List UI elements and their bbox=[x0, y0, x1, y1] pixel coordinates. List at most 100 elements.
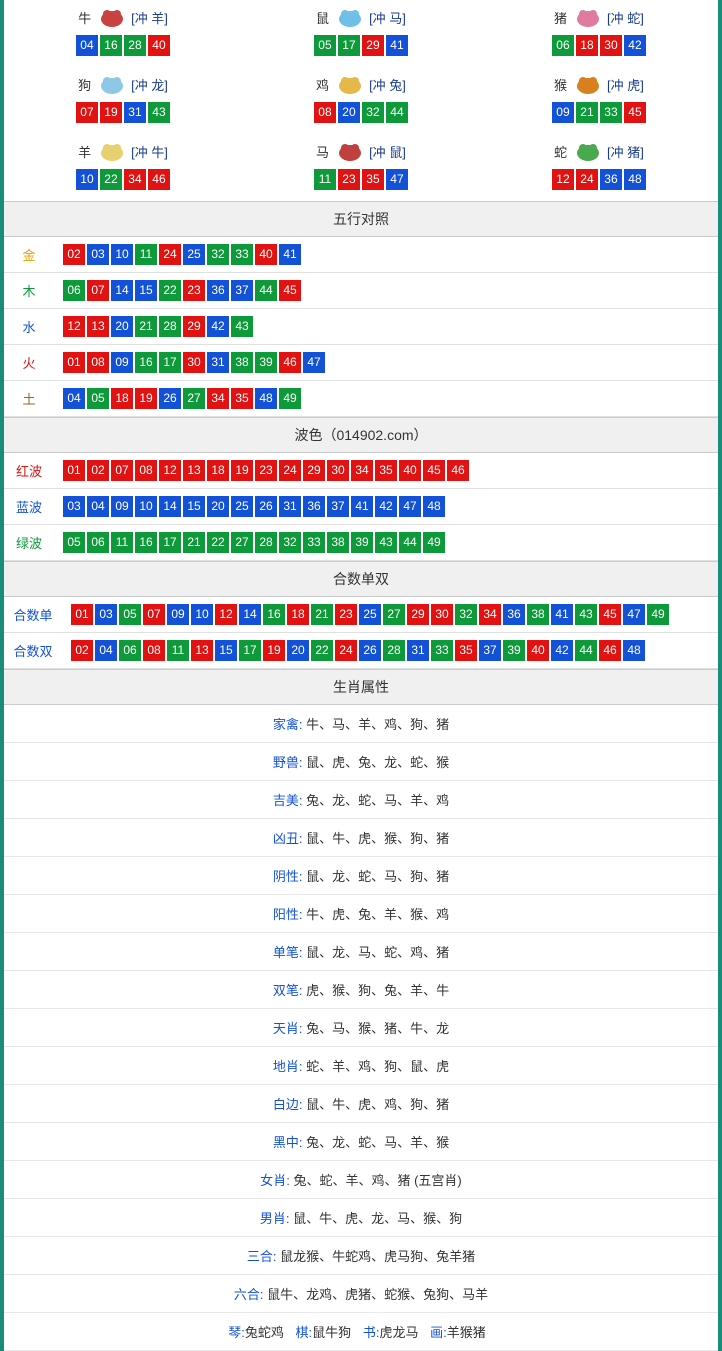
quad-key: 棋: bbox=[296, 1325, 313, 1340]
attr-val: 兔、蛇、羊、鸡、猪 (五宫肖) bbox=[290, 1173, 462, 1188]
number-ball: 22 bbox=[311, 640, 333, 661]
number-ball: 35 bbox=[455, 640, 477, 661]
number-ball: 42 bbox=[551, 640, 573, 661]
attr-val: 牛、虎、兔、羊、猴、鸡 bbox=[303, 907, 450, 922]
number-ball: 31 bbox=[407, 640, 429, 661]
zodiac-title: 牛[冲 羊] bbox=[78, 6, 168, 28]
number-ball: 32 bbox=[362, 102, 384, 123]
number-ball: 39 bbox=[255, 352, 277, 373]
number-ball: 01 bbox=[71, 604, 93, 625]
attr-val: 虎、猴、狗、兔、羊、牛 bbox=[303, 983, 450, 998]
attr-key: 阴性: bbox=[273, 869, 303, 884]
number-ball: 19 bbox=[100, 102, 122, 123]
bose-label: 绿波 bbox=[4, 525, 54, 561]
attr-row: 阳性: 牛、虎、兔、羊、猴、鸡 bbox=[4, 895, 718, 933]
number-ball: 41 bbox=[551, 604, 573, 625]
number-ball: 01 bbox=[63, 460, 85, 481]
number-ball: 20 bbox=[287, 640, 309, 661]
number-ball: 19 bbox=[231, 460, 253, 481]
zodiac-numbers: 08203244 bbox=[242, 101, 480, 124]
number-ball: 33 bbox=[303, 532, 325, 553]
zodiac-icon bbox=[571, 6, 605, 28]
number-ball: 36 bbox=[207, 280, 229, 301]
zodiac-icon bbox=[571, 140, 605, 162]
zodiac-cell: 马[冲 鼠]11233547 bbox=[242, 134, 480, 201]
zodiac-icon bbox=[333, 140, 367, 162]
attr-val: 兔、龙、蛇、马、羊、猴 bbox=[303, 1135, 450, 1150]
number-ball: 47 bbox=[399, 496, 421, 517]
number-ball: 40 bbox=[399, 460, 421, 481]
number-ball: 22 bbox=[159, 280, 181, 301]
attr-val: 鼠、牛、虎、猴、狗、猪 bbox=[303, 831, 450, 846]
number-ball: 21 bbox=[183, 532, 205, 553]
number-ball: 31 bbox=[279, 496, 301, 517]
number-ball: 30 bbox=[600, 35, 622, 56]
number-ball: 29 bbox=[407, 604, 429, 625]
quad-key: 画: bbox=[430, 1325, 447, 1340]
wuxing-label: 火 bbox=[4, 345, 54, 381]
number-ball: 49 bbox=[423, 532, 445, 553]
attr-row: 女肖: 兔、蛇、羊、鸡、猪 (五宫肖) bbox=[4, 1161, 718, 1199]
number-ball: 08 bbox=[87, 352, 109, 373]
number-ball: 48 bbox=[423, 496, 445, 517]
number-ball: 07 bbox=[111, 460, 133, 481]
number-ball: 24 bbox=[335, 640, 357, 661]
zodiac-name: 狗 bbox=[78, 75, 91, 94]
number-ball: 21 bbox=[311, 604, 333, 625]
number-ball: 10 bbox=[111, 244, 133, 265]
attr-key: 吉美: bbox=[273, 793, 303, 808]
number-ball: 06 bbox=[63, 280, 85, 301]
zodiac-conflict: [冲 蛇] bbox=[607, 8, 644, 27]
number-ball: 33 bbox=[431, 640, 453, 661]
number-ball: 48 bbox=[624, 169, 646, 190]
number-ball: 26 bbox=[359, 640, 381, 661]
attr-key: 双笔: bbox=[273, 983, 303, 998]
heshu-label: 合数单 bbox=[4, 597, 62, 633]
zodiac-name: 鸡 bbox=[316, 75, 329, 94]
number-ball: 20 bbox=[207, 496, 229, 517]
number-ball: 03 bbox=[63, 496, 85, 517]
number-ball: 41 bbox=[279, 244, 301, 265]
attr-val: 鼠、牛、虎、龙、马、猴、狗 bbox=[290, 1211, 463, 1226]
wuxing-numbers: 1213202128294243 bbox=[54, 309, 718, 345]
number-ball: 45 bbox=[624, 102, 646, 123]
zodiac-cell: 羊[冲 牛]10223446 bbox=[4, 134, 242, 201]
zodiac-icon bbox=[333, 6, 367, 28]
zodiac-icon bbox=[95, 140, 129, 162]
number-ball: 07 bbox=[76, 102, 98, 123]
attr-row: 白边: 鼠、牛、虎、鸡、狗、猪 bbox=[4, 1085, 718, 1123]
number-ball: 25 bbox=[231, 496, 253, 517]
number-ball: 38 bbox=[231, 352, 253, 373]
number-ball: 18 bbox=[111, 388, 133, 409]
number-ball: 11 bbox=[167, 640, 189, 661]
zodiac-title: 羊[冲 牛] bbox=[78, 140, 168, 162]
number-ball: 34 bbox=[207, 388, 229, 409]
heshu-table: 合数单0103050709101214161821232527293032343… bbox=[4, 597, 718, 669]
heshu-numbers: 0103050709101214161821232527293032343638… bbox=[62, 597, 718, 633]
quad-key: 书: bbox=[363, 1325, 380, 1340]
number-ball: 23 bbox=[338, 169, 360, 190]
number-ball: 35 bbox=[362, 169, 384, 190]
table-row: 木06071415222336374445 bbox=[4, 273, 718, 309]
number-ball: 34 bbox=[479, 604, 501, 625]
zodiac-title: 猪[冲 蛇] bbox=[554, 6, 644, 28]
wuxing-numbers: 02031011242532334041 bbox=[54, 237, 718, 273]
zodiac-name: 牛 bbox=[78, 8, 91, 27]
number-ball: 04 bbox=[76, 35, 98, 56]
number-ball: 46 bbox=[279, 352, 301, 373]
zodiac-cell: 蛇[冲 猪]12243648 bbox=[480, 134, 718, 201]
number-ball: 27 bbox=[183, 388, 205, 409]
number-ball: 03 bbox=[87, 244, 109, 265]
number-ball: 47 bbox=[386, 169, 408, 190]
number-ball: 48 bbox=[255, 388, 277, 409]
zodiac-title: 鸡[冲 兔] bbox=[316, 73, 406, 95]
number-ball: 10 bbox=[191, 604, 213, 625]
number-ball: 11 bbox=[111, 532, 133, 553]
number-ball: 41 bbox=[386, 35, 408, 56]
attr-key: 单笔: bbox=[273, 945, 303, 960]
attr-key: 女肖: bbox=[260, 1173, 290, 1188]
number-ball: 13 bbox=[87, 316, 109, 337]
wuxing-label: 土 bbox=[4, 381, 54, 417]
number-ball: 10 bbox=[76, 169, 98, 190]
zodiac-cell: 猴[冲 虎]09213345 bbox=[480, 67, 718, 134]
